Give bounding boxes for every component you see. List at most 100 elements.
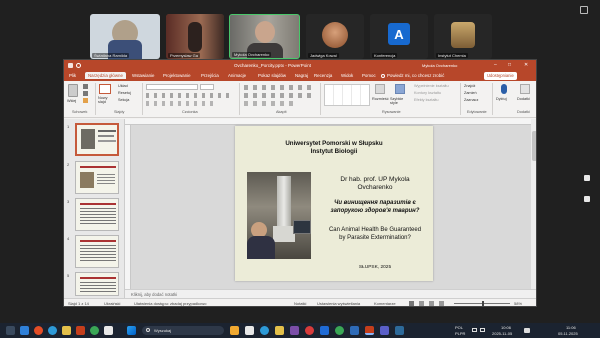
cut-icon[interactable] bbox=[83, 84, 88, 89]
microphone-icon[interactable] bbox=[501, 84, 507, 94]
tab-review[interactable]: Recenzja bbox=[314, 73, 332, 78]
volume-icon[interactable] bbox=[480, 328, 485, 332]
normal-view-icon[interactable] bbox=[409, 301, 414, 306]
font-name-select[interactable] bbox=[146, 84, 198, 90]
windows-start-icon[interactable] bbox=[127, 326, 136, 335]
side-control-icon[interactable] bbox=[584, 196, 590, 202]
shapes-gallery[interactable] bbox=[324, 84, 370, 106]
app-icon[interactable] bbox=[34, 326, 43, 335]
slideshow-view-icon[interactable] bbox=[439, 301, 444, 306]
app-icon[interactable] bbox=[104, 326, 113, 335]
notifications-icon[interactable] bbox=[524, 328, 530, 333]
slide-thumbnail-4[interactable] bbox=[75, 235, 119, 268]
select-button[interactable]: Zaznacz bbox=[464, 98, 478, 102]
close-button[interactable]: ✕ bbox=[524, 62, 528, 68]
tab-design[interactable]: Projektowanie bbox=[163, 73, 191, 78]
replace-button[interactable]: Zamień bbox=[464, 91, 477, 95]
office-icon[interactable] bbox=[76, 326, 85, 335]
paste-button[interactable]: Wklej bbox=[67, 99, 76, 103]
arrange-icon[interactable] bbox=[375, 84, 385, 94]
slide-thumbnail-3[interactable] bbox=[75, 198, 119, 231]
taskbar-search[interactable]: Wyszukaj bbox=[142, 326, 224, 335]
folder-icon[interactable] bbox=[275, 326, 284, 335]
shape-fill-button[interactable]: Wypełnienie kształtu bbox=[414, 84, 449, 88]
pinned-app-icon[interactable] bbox=[230, 326, 239, 335]
participant-tile[interactable]: Przemysław Ga bbox=[166, 14, 224, 59]
undo-icon[interactable] bbox=[76, 63, 81, 68]
font-format-buttons[interactable] bbox=[146, 93, 234, 98]
new-slide-icon[interactable] bbox=[99, 84, 111, 94]
new-slide-button[interactable]: Nowy slajd bbox=[98, 96, 116, 104]
find-button[interactable]: Znajdź bbox=[464, 84, 475, 88]
chrome-icon[interactable] bbox=[90, 326, 99, 335]
folder-icon[interactable] bbox=[62, 326, 71, 335]
participant-tile[interactable]: Jadwiga Kowal bbox=[306, 14, 364, 59]
scrollbar-thumb[interactable] bbox=[532, 131, 536, 161]
shape-outline-button[interactable]: Kontury kształtu bbox=[414, 91, 441, 95]
participant-tile[interactable]: Światłana Ramilda bbox=[90, 14, 160, 59]
share-button[interactable]: Udostępnianie bbox=[484, 72, 517, 80]
participant-tile-active[interactable]: Mykola Ovcharenko bbox=[229, 14, 300, 59]
notes-toggle[interactable]: Notatki bbox=[294, 301, 306, 306]
tab-record[interactable]: Nagraj bbox=[295, 73, 308, 78]
arrange-button[interactable]: Rozmieść bbox=[372, 97, 389, 101]
notes-pane[interactable]: Kliknij, aby dodać notatki bbox=[125, 289, 536, 298]
vertical-scrollbar[interactable] bbox=[531, 119, 536, 289]
wifi-icon[interactable] bbox=[472, 328, 477, 332]
slide-thumbnail-2[interactable] bbox=[75, 161, 119, 194]
accessibility-status[interactable]: Ułatwienia dostępu: zbadaj przypadkowo bbox=[134, 301, 207, 306]
shape-effects-button[interactable]: Efekty kształtu bbox=[414, 98, 438, 102]
reset-button[interactable]: Resetuj bbox=[118, 91, 131, 95]
minimize-button[interactable]: – bbox=[494, 62, 497, 68]
slide-sorter-icon[interactable] bbox=[419, 301, 424, 306]
tab-transitions[interactable]: Przejścia bbox=[201, 73, 219, 78]
current-slide[interactable]: Uniwersytet Pomorski w Słupsku Instytut … bbox=[235, 126, 433, 281]
word-icon[interactable] bbox=[350, 326, 359, 335]
tell-me-search[interactable]: Powiedz mi, co chcesz zrobić bbox=[387, 73, 444, 78]
text-direction-buttons[interactable] bbox=[244, 101, 294, 106]
reading-view-icon[interactable] bbox=[429, 301, 434, 306]
pinned-app-icon[interactable] bbox=[395, 326, 404, 335]
save-icon[interactable] bbox=[68, 63, 73, 68]
maximize-button[interactable]: □ bbox=[508, 62, 511, 68]
participant-tile[interactable]: Instytut Chemia bbox=[434, 14, 492, 59]
tab-insert[interactable]: Wstawianie bbox=[132, 73, 154, 78]
addins-icon[interactable] bbox=[520, 84, 530, 94]
section-button[interactable]: Sekcja bbox=[118, 98, 129, 102]
zoom-slider-thumb[interactable] bbox=[482, 301, 484, 306]
font-size-select[interactable] bbox=[200, 84, 214, 90]
pinned-app-icon[interactable] bbox=[305, 326, 314, 335]
tab-home[interactable]: Narzędzia główne bbox=[85, 72, 126, 79]
weather-icon[interactable] bbox=[6, 326, 15, 335]
addins-button[interactable]: Dodatki bbox=[517, 97, 530, 101]
outlook-icon[interactable] bbox=[320, 326, 329, 335]
quick-styles-icon[interactable] bbox=[395, 84, 405, 94]
side-control-icon[interactable] bbox=[584, 175, 590, 181]
powerpoint-icon[interactable] bbox=[365, 326, 374, 335]
alignment-buttons[interactable] bbox=[244, 93, 314, 98]
tab-help[interactable]: Pomoc bbox=[362, 73, 376, 78]
taskbar-time[interactable]: 10:06 bbox=[501, 325, 511, 330]
chrome-icon[interactable] bbox=[335, 326, 344, 335]
dictate-button[interactable]: Dyktuj bbox=[496, 97, 507, 101]
input-language[interactable]: POL bbox=[455, 325, 463, 330]
participant-tile[interactable]: A Konferencja bbox=[370, 14, 428, 59]
teams-icon[interactable] bbox=[380, 326, 389, 335]
tab-animations[interactable]: Animacje bbox=[228, 73, 246, 78]
quick-styles-button[interactable]: Szybkie style bbox=[390, 97, 410, 105]
comments-toggle[interactable]: Komentarze bbox=[374, 301, 396, 306]
format-painter-icon[interactable] bbox=[83, 98, 88, 103]
tab-file[interactable]: Plik bbox=[69, 73, 76, 78]
pinned-app-icon[interactable] bbox=[245, 326, 254, 335]
tab-slideshow[interactable]: Pokaz slajdów bbox=[258, 73, 286, 78]
list-buttons[interactable] bbox=[244, 85, 314, 90]
widgets-icon[interactable] bbox=[20, 326, 29, 335]
font-effect-buttons[interactable] bbox=[146, 101, 216, 106]
expand-icon[interactable] bbox=[580, 6, 588, 14]
taskbar-date[interactable]: 2025-11-05 bbox=[492, 331, 512, 336]
display-settings[interactable]: Ustawienia wyświetlania bbox=[317, 301, 360, 306]
pinned-app-icon[interactable] bbox=[290, 326, 299, 335]
language-indicator[interactable]: Ukraiński bbox=[104, 301, 120, 306]
slide-thumbnail-5[interactable] bbox=[75, 272, 119, 296]
user-name[interactable]: Mykola Ovcharenko bbox=[422, 63, 457, 68]
